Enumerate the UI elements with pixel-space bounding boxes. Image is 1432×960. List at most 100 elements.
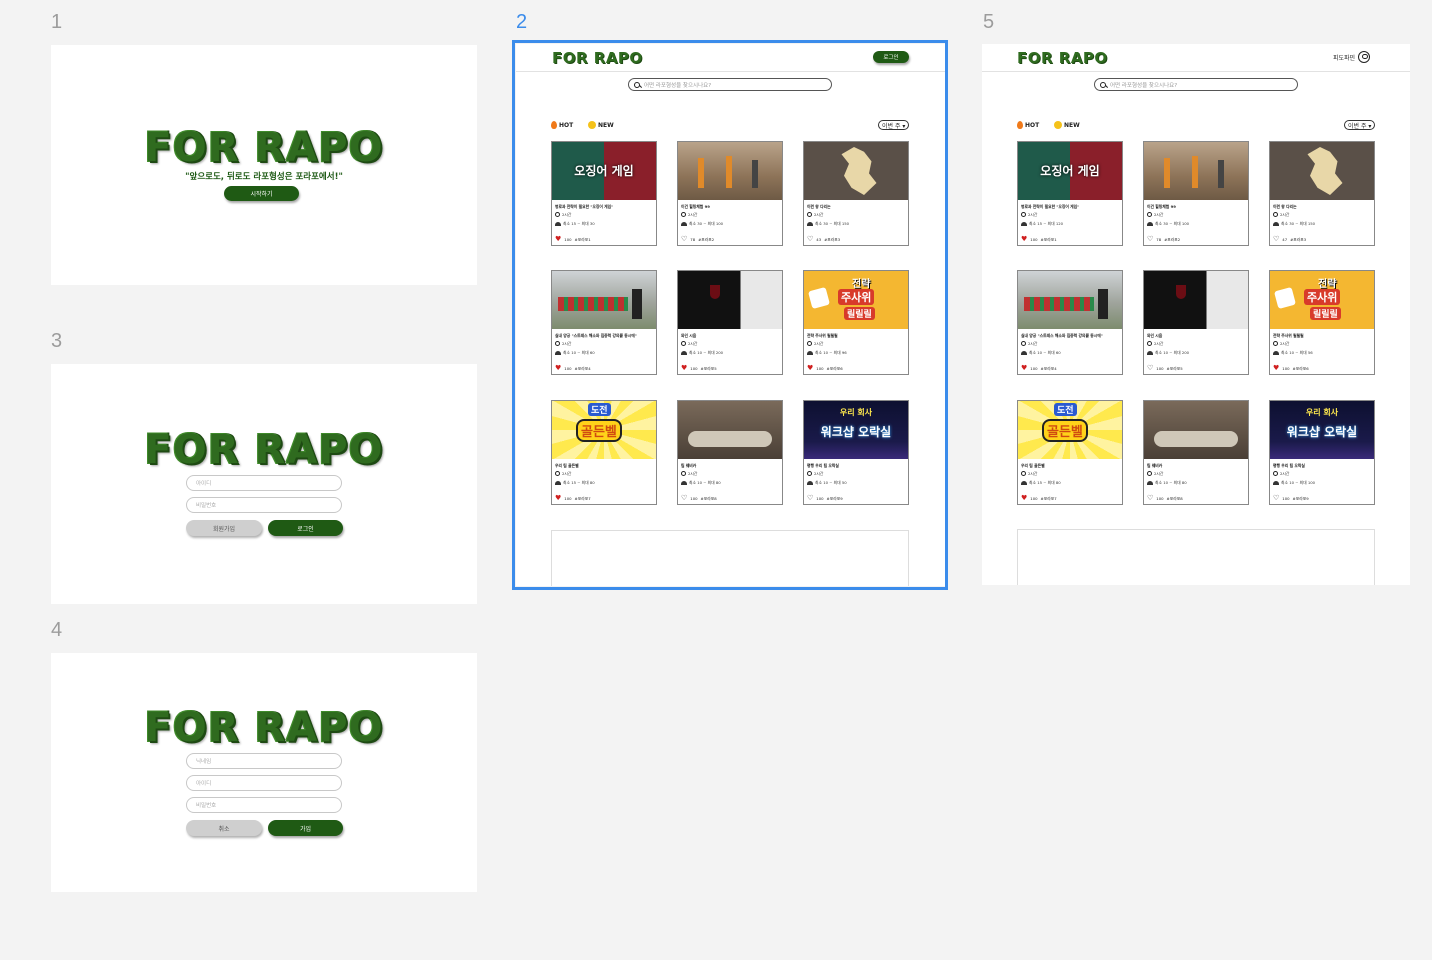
- activity-card[interactable]: 팀 웨비카 2시간 최소 10 ~ 최대 80 ♡ 100 #포라포8: [677, 400, 783, 505]
- card-thumbnail[interactable]: 도전 골든벨: [1018, 401, 1122, 459]
- heart-icon[interactable]: ♡: [807, 236, 813, 243]
- id-field[interactable]: 아이디: [186, 475, 342, 491]
- card-tag: #포라포3: [1290, 236, 1307, 242]
- hot-filter[interactable]: HOT: [1017, 121, 1039, 129]
- people-icon: [1021, 221, 1027, 226]
- activity-card[interactable]: 도전 골든벨 우리 팀 골든벨 2시간 최소 15 ~ 최대 80 ♥ 100 #포라포7: [551, 400, 657, 505]
- activity-card[interactable]: 이건 힐링체험 99 2시간 최소 30 ~ 최대 100 ♡ 78 #포라포2: [677, 141, 783, 246]
- heart-icon[interactable]: ♡: [1147, 495, 1153, 502]
- thumb-top: 도전: [588, 403, 611, 416]
- card-thumbnail[interactable]: 전략 주사위 릴릴릴: [1270, 271, 1374, 329]
- card-thumbnail[interactable]: [678, 401, 782, 459]
- card-thumbnail[interactable]: [552, 271, 656, 329]
- signup-button[interactable]: 회원가입: [186, 520, 262, 536]
- activity-card[interactable]: 우리 회사 워크샵 오락실 평행 우리 팀 오락실 2시간 최소 10 ~ 최대 50 ♡…: [803, 400, 909, 505]
- card-thumbnail[interactable]: [1270, 142, 1374, 200]
- period-select[interactable]: 이번 주 ▾: [878, 120, 910, 130]
- card-footer: ♡ 100 #포라포8: [1147, 495, 1183, 502]
- activity-card[interactable]: 도전 골든벨 우리 팀 골든벨 2시간 최소 15 ~ 최대 80 ♥ 100 #포라포7: [1017, 400, 1123, 505]
- card-capacity: 최소 10 ~ 최대 200: [678, 348, 782, 357]
- activity-card[interactable]: 전략 주사위 릴릴릴 전략 주사위 릴릴릴 2시간 최소 10 ~ 최대 56 ♥ 100 #포…: [1269, 270, 1375, 375]
- card-thumbnail[interactable]: 우리 회사 워크샵 오락실: [1270, 401, 1374, 459]
- activity-card[interactable]: 이런 왕 다리는 2시간 최소 30 ~ 최대 150 ♡ 43 #포라포3: [803, 141, 909, 246]
- activity-card[interactable]: 오징어 게임 병로과 전략이 필요한 "오징어 게임" 2시간 최소 15 ~ 최대 …: [1017, 141, 1123, 246]
- heart-icon[interactable]: ♥: [807, 365, 813, 372]
- people-icon: [555, 221, 561, 226]
- card-thumbnail[interactable]: 오징어 게임: [1018, 142, 1122, 200]
- card-tag: #포라포6: [826, 365, 843, 371]
- frame-splash[interactable]: FOR RAPO "앞으로도, 뒤로도 라포형성은 포라포에서!" 시작하기: [51, 45, 477, 285]
- period-select[interactable]: 이번 주 ▾: [1344, 120, 1376, 130]
- activity-card[interactable]: 우리 회사 워크샵 오락실 평행 우리 팀 오락실 2시간 최소 10 ~ 최대 100…: [1269, 400, 1375, 505]
- like-count: 100: [1030, 496, 1038, 501]
- card-thumbnail[interactable]: [678, 271, 782, 329]
- frame-signup[interactable]: FOR RAPO 닉네임 아이디 비밀번호 취소 가입: [51, 653, 477, 892]
- card-thumbnail[interactable]: 도전 골든벨: [552, 401, 656, 459]
- heart-icon[interactable]: ♡: [1273, 236, 1279, 243]
- password-field[interactable]: 비밀번호: [186, 797, 342, 813]
- search-input[interactable]: 어떤 라포형성을 찾으시나요?: [628, 78, 832, 91]
- card-thumbnail[interactable]: [678, 142, 782, 200]
- password-field[interactable]: 비밀번호: [186, 497, 342, 513]
- new-filter[interactable]: NEW: [588, 121, 614, 129]
- id-field[interactable]: 아이디: [186, 775, 342, 791]
- card-thumbnail[interactable]: [1018, 271, 1122, 329]
- header-logo[interactable]: FOR RAPO: [1017, 49, 1108, 67]
- card-thumbnail[interactable]: 전략 주사위 릴릴릴: [804, 271, 908, 329]
- card-title: 이런 왕 다리는: [807, 204, 831, 209]
- heart-icon[interactable]: ♡: [681, 236, 687, 243]
- join-button[interactable]: 가입: [268, 820, 343, 836]
- nickname-field[interactable]: 닉네임: [186, 753, 342, 769]
- heart-icon[interactable]: ♡: [807, 495, 813, 502]
- card-capacity: 최소 10 ~ 최대 60: [552, 348, 656, 357]
- activity-card[interactable]: 이런 왕 다리는 2시간 최소 30 ~ 최대 150 ♡ 47 #포라포3: [1269, 141, 1375, 246]
- login-button[interactable]: 로그인: [268, 520, 343, 536]
- activity-card[interactable]: 전략 주사위 릴릴릴 전략 주사위 릴릴릴 2시간 최소 10 ~ 최대 96 ♥ 100 #포…: [803, 270, 909, 375]
- heart-icon[interactable]: ♡: [1273, 495, 1279, 502]
- profile-menu[interactable]: 피도파민: [1333, 51, 1371, 63]
- card-thumbnail[interactable]: [1144, 271, 1248, 329]
- card-thumbnail[interactable]: [1144, 401, 1248, 459]
- heart-icon[interactable]: ♥: [681, 365, 687, 372]
- frame-login[interactable]: FOR RAPO 아이디 비밀번호 회원가입 로그인: [51, 364, 477, 604]
- activity-card[interactable]: 오징어 게임 병로과 전략이 필요한 "오징어 게임" 2시간 최소 15 ~ 최대 …: [551, 141, 657, 246]
- card-thumbnail[interactable]: [804, 142, 908, 200]
- heart-icon[interactable]: ♥: [555, 236, 561, 243]
- heart-icon[interactable]: ♥: [555, 495, 561, 502]
- start-button[interactable]: 시작하기: [224, 186, 299, 201]
- activity-card[interactable]: 와인 시음 2시간 최소 10 ~ 최대 200 ♥ 100 #포라포5: [677, 270, 783, 375]
- card-title: 이건 힐링체험 99: [1147, 204, 1176, 209]
- heart-icon[interactable]: ♥: [1273, 365, 1279, 372]
- heart-icon[interactable]: ♥: [555, 365, 561, 372]
- people-icon: [807, 350, 813, 355]
- hot-filter[interactable]: HOT: [551, 121, 573, 129]
- card-thumbnail[interactable]: [1144, 142, 1248, 200]
- heart-icon[interactable]: ♡: [1147, 365, 1153, 372]
- heart-icon[interactable]: ♥: [1021, 495, 1027, 502]
- frame-main-logged-in[interactable]: FOR RAPO 피도파민 어떤 라포형성을 찾으시나요? HOT NEW 이번…: [982, 44, 1410, 585]
- search-placeholder: 어떤 라포형성을 찾으시나요?: [644, 82, 712, 89]
- hot-label: HOT: [559, 121, 574, 129]
- activity-card[interactable]: 와인 시음 2시간 최소 10 ~ 최대 200 ♡ 100 #포라포5: [1143, 270, 1249, 375]
- cancel-button[interactable]: 취소: [186, 820, 262, 836]
- header-login-button[interactable]: 로그인: [873, 51, 909, 63]
- new-filter[interactable]: NEW: [1054, 121, 1080, 129]
- activity-card[interactable]: 이건 힐링체험 99 2시간 최소 30 ~ 최대 100 ♡ 78 #포라포2: [1143, 141, 1249, 246]
- card-thumbnail[interactable]: 오징어 게임: [552, 142, 656, 200]
- card-capacity: 최소 10 ~ 최대 60: [1018, 348, 1122, 357]
- heart-icon[interactable]: ♥: [1021, 365, 1027, 372]
- capacity-text: 최소 10 ~ 최대 80: [1155, 479, 1187, 485]
- header-logo[interactable]: FOR RAPO: [552, 49, 643, 67]
- heart-icon[interactable]: ♡: [681, 495, 687, 502]
- activity-card[interactable]: 실내 양궁 "스트레스 해소와 집중력 강의를 동시에" 2시간 최소 10 ~ 최…: [551, 270, 657, 375]
- activity-card[interactable]: 실내 양궁 "스트레스 해소와 집중력 강의를 동시에" 2시간 최소 10 ~ 최…: [1017, 270, 1123, 375]
- search-input[interactable]: 어떤 라포형성을 찾으시나요?: [1094, 78, 1298, 91]
- user-icon: [1358, 51, 1371, 63]
- card-thumbnail[interactable]: 우리 회사 워크샵 오락실: [804, 401, 908, 459]
- card-capacity: 최소 10 ~ 최대 100: [1270, 478, 1374, 487]
- activity-card[interactable]: 팀 웨비카 2시간 최소 10 ~ 최대 80 ♡ 100 #포라포8: [1143, 400, 1249, 505]
- capacity-text: 최소 10 ~ 최대 56: [1281, 349, 1313, 355]
- heart-icon[interactable]: ♥: [1021, 236, 1027, 243]
- frame-main-logged-out[interactable]: FOR RAPO 로그인 어떤 라포형성을 찾으시나요? HOT NEW 이번 …: [516, 44, 945, 586]
- heart-icon[interactable]: ♡: [1147, 236, 1153, 243]
